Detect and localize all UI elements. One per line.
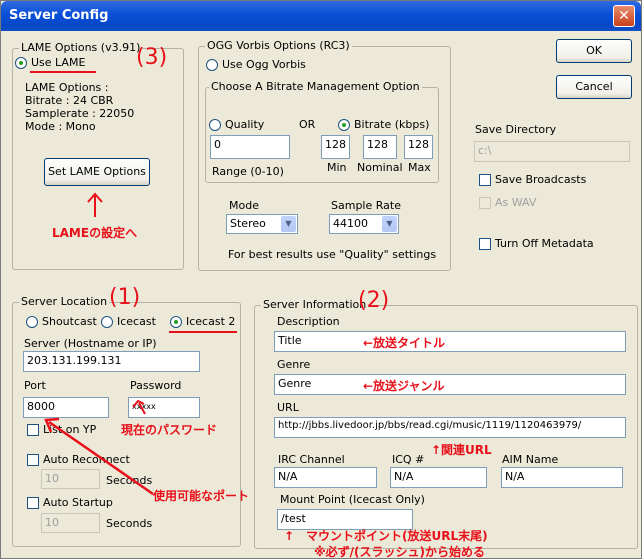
genre-label: Genre	[277, 358, 311, 371]
irc-channel-label: IRC Channel	[278, 453, 345, 466]
aim-name-input[interactable]: N/A	[501, 467, 623, 488]
genre-note: ←放送ジャンル	[363, 379, 445, 393]
url-label: URL	[277, 401, 299, 414]
port-note: 使用可能なポート	[153, 489, 250, 503]
annotation-2: (2)	[358, 288, 390, 313]
description-input[interactable]: Title	[274, 331, 626, 352]
mount-note-2: ※必ず/(スラッシュ)から始める	[314, 545, 486, 559]
icq-label: ICQ #	[392, 453, 425, 466]
genre-input[interactable]: Genre	[274, 374, 626, 395]
url-note: ↑関連URL	[431, 443, 492, 457]
password-arrow-icon	[132, 399, 146, 415]
description-label: Description	[277, 315, 340, 328]
port-arrow-icon	[44, 417, 154, 496]
url-input[interactable]: http://jbbs.livedoor.jp/bbs/read.cgi/mus…	[274, 417, 626, 438]
server-information-legend: Server Information	[261, 298, 369, 311]
server-config-window: Server Config ✕ OK Cancel LAME Options (…	[0, 0, 642, 559]
aim-name-label: AIM Name	[502, 453, 559, 466]
irc-channel-input[interactable]: N/A	[274, 467, 377, 488]
mount-note: ↑ マウントポイント(放送URL末尾)	[284, 529, 488, 543]
mount-point-label: Mount Point (Icecast Only)	[280, 493, 425, 506]
icq-input[interactable]: N/A	[390, 467, 487, 488]
title-note: ←放送タイトル	[363, 336, 446, 350]
